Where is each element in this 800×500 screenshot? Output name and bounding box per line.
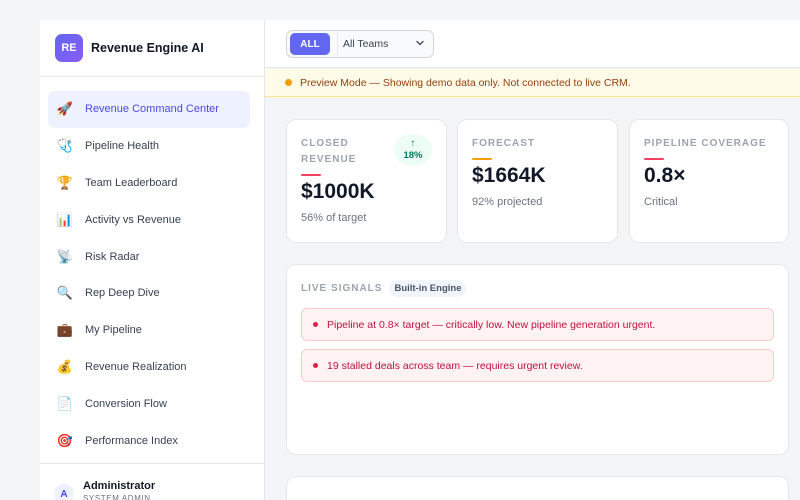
kpi-label: PIPELINE COVERAGE	[644, 138, 767, 149]
rocket-icon: 🚀	[56, 101, 74, 117]
user-name: Administrator	[83, 480, 156, 492]
radar-icon: 📡	[56, 248, 74, 264]
sidebar-item-pipeline-health[interactable]: 🩺 Pipeline Health	[48, 128, 250, 165]
sidebar-item-label: Team Leaderboard	[85, 176, 178, 189]
sidebar-item-revenue-command-center[interactable]: 🚀 Revenue Command Center	[48, 91, 250, 128]
sidebar-item-label: Revenue Command Center	[85, 103, 219, 116]
sidebar-item-risk-radar[interactable]: 📡 Risk Radar	[48, 238, 250, 275]
team-filter: ALL All Teams	[286, 30, 434, 58]
sidebar-item-label: Risk Radar	[85, 250, 140, 263]
kpi-card-pipeline-coverage: PIPELINE COVERAGE 0.8× Critical	[629, 119, 789, 243]
signal-text: 19 stalled deals across team — requires …	[327, 359, 583, 372]
trend-value: 18%	[403, 150, 423, 161]
sidebar-item-revenue-realization[interactable]: 💰 Revenue Realization	[48, 349, 250, 386]
kpi-accent-bar	[644, 158, 664, 160]
live-signals-card: LIVE SIGNALS Built-in Engine Pipeline at…	[286, 264, 789, 455]
alert-dot-icon	[313, 322, 318, 327]
arrow-up-icon: ↑	[410, 138, 416, 149]
sidebar: RE Revenue Engine AI 🚀 Revenue Command C…	[40, 20, 265, 500]
live-signals-title: LIVE SIGNALS	[301, 283, 383, 294]
kpi-card-forecast: FORECAST $1664K 92% projected	[457, 119, 618, 243]
brand-name: Revenue Engine AI	[91, 41, 204, 55]
engine-badge: Built-in Engine	[389, 280, 467, 297]
sidebar-item-label: Conversion Flow	[85, 397, 167, 410]
sidebar-item-label: Rep Deep Dive	[85, 287, 160, 300]
chevron-down-icon	[415, 38, 425, 51]
sidebar-item-label: My Pipeline	[85, 324, 142, 337]
signal-alert[interactable]: 19 stalled deals across team — requires …	[301, 349, 774, 382]
topbar: ALL All Teams	[265, 20, 800, 68]
kpi-accent-bar	[472, 158, 492, 160]
pipeline-health-icon: 🩺	[56, 138, 74, 154]
trend-badge: ↑ 18%	[394, 134, 432, 166]
signal-text: Pipeline at 0.8× target — critically low…	[327, 318, 656, 331]
bar-chart-icon: 📊	[56, 211, 74, 227]
sidebar-nav: 🚀 Revenue Command Center 🩺 Pipeline Heal…	[40, 77, 264, 459]
sidebar-item-conversion-flow[interactable]: 📄 Conversion Flow	[48, 385, 250, 422]
sidebar-item-label: Performance Index	[85, 434, 178, 447]
sidebar-item-rep-deep-dive[interactable]: 🔍 Rep Deep Dive	[48, 275, 250, 312]
sidebar-item-performance-index[interactable]: 🎯 Performance Index	[48, 422, 250, 459]
user-profile[interactable]: A Administrator SYSTEM ADMIN	[40, 463, 264, 500]
briefcase-icon: 💼	[56, 322, 74, 338]
kpi-accent-bar	[301, 174, 321, 176]
kpi-value: $1664K	[472, 164, 546, 187]
target-icon: 🎯	[56, 432, 74, 448]
kpi-label: CLOSED REVENUE	[301, 138, 357, 165]
kpi-subtext: 92% projected	[472, 196, 543, 208]
money-bag-icon: 💰	[56, 358, 74, 374]
brand[interactable]: RE Revenue Engine AI	[40, 20, 264, 77]
kpi-subtext: Critical	[644, 196, 678, 208]
live-signals-header: LIVE SIGNALS Built-in Engine	[301, 280, 774, 297]
kpi-value: 0.8×	[644, 164, 686, 187]
main-content: ALL All Teams Preview Mode — Showing dem…	[265, 20, 800, 500]
user-role: SYSTEM ADMIN	[83, 494, 151, 500]
team-select-value: All Teams	[343, 38, 389, 50]
signal-alert[interactable]: Pipeline at 0.8× target — critically low…	[301, 308, 774, 341]
sidebar-item-label: Revenue Realization	[85, 360, 187, 373]
banner-text: Preview Mode — Showing demo data only. N…	[300, 76, 631, 89]
sidebar-item-label: Pipeline Health	[85, 140, 159, 153]
trophy-icon: 🏆	[56, 174, 74, 190]
all-filter-button[interactable]: ALL	[290, 33, 330, 55]
brand-logo: RE	[55, 34, 83, 62]
preview-mode-banner: Preview Mode — Showing demo data only. N…	[265, 69, 800, 97]
magnifier-icon: 🔍	[56, 285, 74, 301]
avatar: A	[54, 484, 74, 500]
sidebar-item-activity-vs-revenue[interactable]: 📊 Activity vs Revenue	[48, 201, 250, 238]
kpi-label: FORECAST	[472, 138, 535, 149]
kpi-card-closed-revenue: CLOSED REVENUE $1000K 56% of target ↑ 18…	[286, 119, 447, 243]
next-section-card	[286, 476, 789, 500]
sidebar-item-my-pipeline[interactable]: 💼 My Pipeline	[48, 312, 250, 349]
sidebar-item-label: Activity vs Revenue	[85, 213, 181, 226]
kpi-value: $1000K	[301, 180, 375, 203]
warning-dot-icon	[285, 79, 292, 86]
document-icon: 📄	[56, 395, 74, 411]
kpi-subtext: 56% of target	[301, 212, 367, 224]
team-select[interactable]: All Teams	[337, 33, 429, 55]
sidebar-item-team-leaderboard[interactable]: 🏆 Team Leaderboard	[48, 165, 250, 202]
alert-dot-icon	[313, 363, 318, 368]
